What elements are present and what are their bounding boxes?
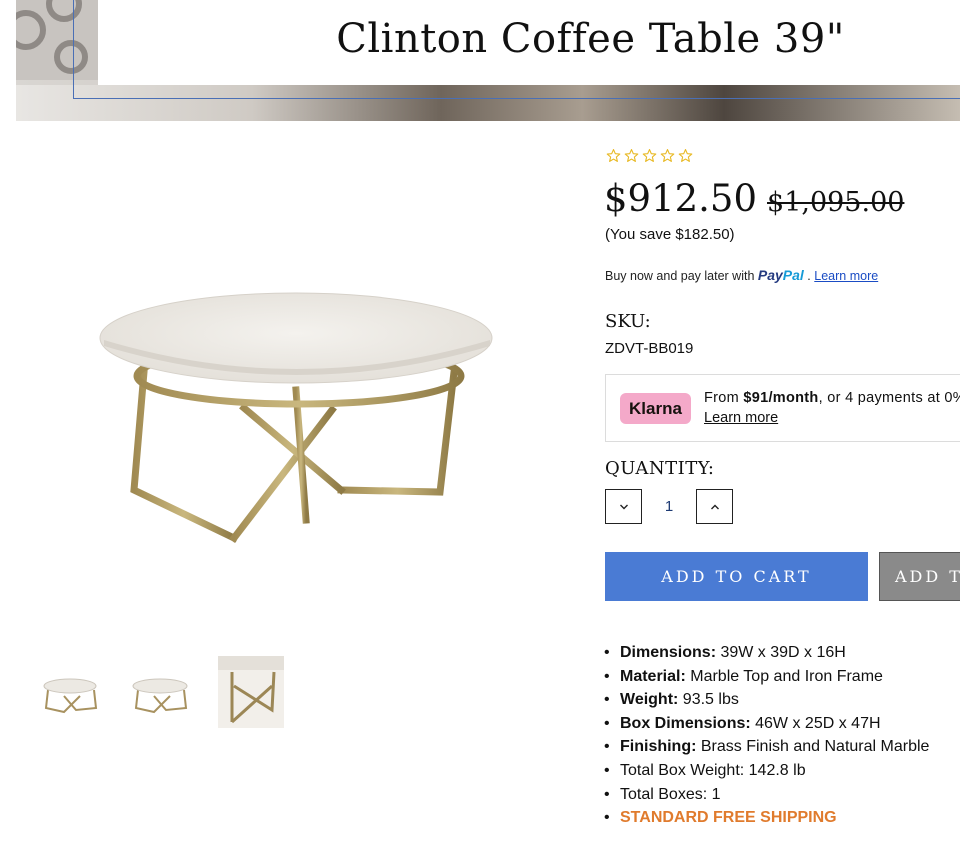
- page-title: Clinton Coffee Table 39": [336, 16, 845, 62]
- klarna-message-box: Klarna From $91/month, or 4 payments at …: [605, 374, 960, 442]
- paypal-separator: .: [807, 269, 811, 283]
- shipping-badge: STANDARD FREE SHIPPING: [604, 806, 929, 830]
- price-current: $912.50: [604, 177, 758, 220]
- sku-label: SKU:: [605, 311, 651, 332]
- you-save-text: (You save $182.50): [605, 226, 735, 243]
- thumbnail-3[interactable]: [214, 656, 304, 728]
- thumbnail-2[interactable]: [126, 656, 216, 728]
- star-outline-icon: [678, 149, 693, 162]
- klarna-logo: Klarna: [620, 393, 691, 424]
- spec-item: Total Box Weight: 142.8 lb: [604, 759, 929, 783]
- chevron-up-icon: [711, 504, 719, 510]
- paypal-message: Buy now and pay later with PayPal . Lear…: [605, 267, 878, 283]
- quantity-decrease-button[interactable]: [605, 489, 642, 524]
- product-main-image[interactable]: [96, 280, 501, 550]
- klarna-learn-more-link[interactable]: Learn more: [704, 410, 778, 426]
- paypal-learn-more-link[interactable]: Learn more: [814, 269, 878, 283]
- product-specs-list: Dimensions: 39W x 39D x 16H Material: Ma…: [604, 641, 929, 830]
- add-to-secondary-button[interactable]: ADD TO: [879, 552, 960, 601]
- thumbnail-1[interactable]: [36, 656, 126, 728]
- quantity-label: QUANTITY:: [605, 458, 715, 479]
- star-outline-icon: [660, 149, 675, 162]
- spec-item: Weight: 93.5 lbs: [604, 688, 929, 712]
- spec-item: Finishing: Brass Finish and Natural Marb…: [604, 735, 929, 759]
- add-to-cart-button[interactable]: ADD TO CART: [605, 552, 868, 601]
- paypal-prefix: Buy now and pay later with: [605, 269, 755, 283]
- quantity-input[interactable]: 1: [642, 489, 696, 524]
- klarna-offer-text: From $91/month, or 4 payments at 0% i: [704, 390, 960, 406]
- star-outline-icon: [624, 149, 639, 162]
- spec-item: Total Boxes: 1: [604, 783, 929, 807]
- spec-item: Material: Marble Top and Iron Frame: [604, 665, 929, 689]
- sku-value: ZDVT-BB019: [605, 340, 694, 357]
- star-outline-icon: [606, 149, 621, 162]
- price-row: $912.50 $1,095.00: [604, 177, 904, 220]
- spec-item: Dimensions: 39W x 39D x 16H: [604, 641, 929, 665]
- quantity-increase-button[interactable]: [696, 489, 733, 524]
- thumbnail-strip: [36, 656, 304, 728]
- spec-item: Box Dimensions: 46W x 25D x 47H: [604, 712, 929, 736]
- paypal-logo: PayPal: [757, 267, 804, 283]
- rating-stars[interactable]: [606, 148, 693, 163]
- price-original: $1,095.00: [767, 187, 905, 218]
- chevron-down-icon: [620, 504, 628, 510]
- star-outline-icon: [642, 149, 657, 162]
